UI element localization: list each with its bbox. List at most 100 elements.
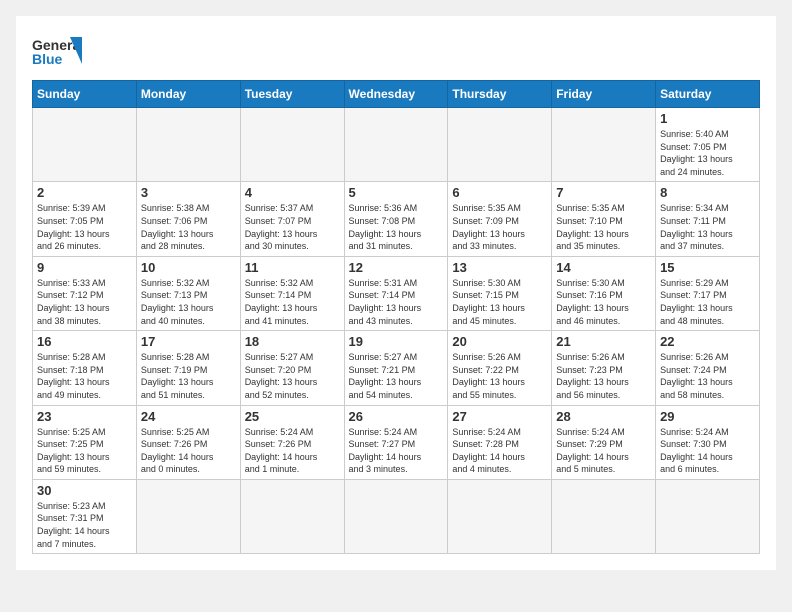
calendar-table: SundayMondayTuesdayWednesdayThursdayFrid… <box>32 80 760 554</box>
header: General Blue <box>32 32 760 72</box>
day-cell: 19Sunrise: 5:27 AM Sunset: 7:21 PM Dayli… <box>344 331 448 405</box>
day-cell: 18 Sunrise: 5:27 AM Sunset: 7:20 PM Dayli… <box>240 331 344 405</box>
day-cell <box>448 479 552 553</box>
day-info: Sunrise: 5:32 AM Sunset: 7:14 PM Dayligh… <box>245 277 340 327</box>
day-number: 3 <box>141 185 236 200</box>
day-cell: 4Sunrise: 5:37 AM Sunset: 7:07 PM Daylig… <box>240 182 344 256</box>
day-cell <box>344 108 448 182</box>
day-cell: 10Sunrise: 5:32 AM Sunset: 7:13 PM Dayli… <box>136 256 240 330</box>
day-number: 30 <box>37 483 132 498</box>
day-cell: 25Sunrise: 5:24 AM Sunset: 7:26 PM Dayli… <box>240 405 344 479</box>
day-info: Sunrise: 5:38 AM Sunset: 7:06 PM Dayligh… <box>141 202 236 252</box>
day-info: Sunrise: 5:31 AM Sunset: 7:14 PM Dayligh… <box>349 277 444 327</box>
day-number: 25 <box>245 409 340 424</box>
day-info: Sunrise: 5:36 AM Sunset: 7:08 PM Dayligh… <box>349 202 444 252</box>
week-row-6: 30 Sunrise: 5:23 AM Sunset: 7:31 PM Dayli… <box>33 479 760 553</box>
day-info: Sunrise: 5:28 AM Sunset: 7:19 PM Dayligh… <box>141 351 236 401</box>
day-number: 13 <box>452 260 547 275</box>
day-number: 1 <box>660 111 755 126</box>
day-number: 5 <box>349 185 444 200</box>
day-cell: 20Sunrise: 5:26 AM Sunset: 7:22 PM Dayli… <box>448 331 552 405</box>
day-cell: 26 Sunrise: 5:24 AM Sunset: 7:27 PM Dayli… <box>344 405 448 479</box>
day-cell: 1 Sunrise: 5:40 AM Sunset: 7:05 PM Daylig… <box>656 108 760 182</box>
weekday-monday: Monday <box>136 81 240 108</box>
day-cell: 16Sunrise: 5:28 AM Sunset: 7:18 PM Dayli… <box>33 331 137 405</box>
weekday-header-row: SundayMondayTuesdayWednesdayThursdayFrid… <box>33 81 760 108</box>
page: General Blue SundayMondayTuesdayWednesda… <box>16 16 776 570</box>
day-number: 21 <box>556 334 651 349</box>
day-number: 8 <box>660 185 755 200</box>
day-info: Sunrise: 5:26 AM Sunset: 7:22 PM Dayligh… <box>452 351 547 401</box>
day-info: Sunrise: 5:32 AM Sunset: 7:13 PM Dayligh… <box>141 277 236 327</box>
logo: General Blue <box>32 32 82 72</box>
day-info: Sunrise: 5:24 AM Sunset: 7:29 PM Dayligh… <box>556 426 651 476</box>
day-info: Sunrise: 5:24 AM Sunset: 7:28 PM Dayligh… <box>452 426 547 476</box>
day-number: 6 <box>452 185 547 200</box>
day-info: Sunrise: 5:26 AM Sunset: 7:24 PM Dayligh… <box>660 351 755 401</box>
day-cell <box>33 108 137 182</box>
day-cell <box>552 108 656 182</box>
day-cell: 22Sunrise: 5:26 AM Sunset: 7:24 PM Dayli… <box>656 331 760 405</box>
day-cell <box>136 479 240 553</box>
day-cell: 7Sunrise: 5:35 AM Sunset: 7:10 PM Daylig… <box>552 182 656 256</box>
day-cell: 8 Sunrise: 5:34 AM Sunset: 7:11 PM Daylig… <box>656 182 760 256</box>
day-number: 28 <box>556 409 651 424</box>
day-number: 9 <box>37 260 132 275</box>
day-info: Sunrise: 5:40 AM Sunset: 7:05 PM Dayligh… <box>660 128 755 178</box>
day-cell: 29 Sunrise: 5:24 AM Sunset: 7:30 PM Dayli… <box>656 405 760 479</box>
day-cell: 5 Sunrise: 5:36 AM Sunset: 7:08 PM Daylig… <box>344 182 448 256</box>
day-number: 24 <box>141 409 236 424</box>
day-info: Sunrise: 5:25 AM Sunset: 7:25 PM Dayligh… <box>37 426 132 476</box>
day-number: 14 <box>556 260 651 275</box>
day-info: Sunrise: 5:27 AM Sunset: 7:21 PM Dayligh… <box>349 351 444 401</box>
day-number: 16 <box>37 334 132 349</box>
day-cell: 24Sunrise: 5:25 AM Sunset: 7:26 PM Dayli… <box>136 405 240 479</box>
day-cell: 28 Sunrise: 5:24 AM Sunset: 7:29 PM Dayli… <box>552 405 656 479</box>
svg-text:Blue: Blue <box>32 51 63 67</box>
logo-icon: General Blue <box>32 32 82 72</box>
weekday-thursday: Thursday <box>448 81 552 108</box>
day-cell: 11 Sunrise: 5:32 AM Sunset: 7:14 PM Dayli… <box>240 256 344 330</box>
day-number: 17 <box>141 334 236 349</box>
day-cell: 14 Sunrise: 5:30 AM Sunset: 7:16 PM Dayli… <box>552 256 656 330</box>
week-row-3: 9 Sunrise: 5:33 AM Sunset: 7:12 PM Daylig… <box>33 256 760 330</box>
day-info: Sunrise: 5:33 AM Sunset: 7:12 PM Dayligh… <box>37 277 132 327</box>
day-cell: 13Sunrise: 5:30 AM Sunset: 7:15 PM Dayli… <box>448 256 552 330</box>
day-number: 27 <box>452 409 547 424</box>
day-number: 11 <box>245 260 340 275</box>
day-info: Sunrise: 5:24 AM Sunset: 7:30 PM Dayligh… <box>660 426 755 476</box>
day-number: 18 <box>245 334 340 349</box>
day-info: Sunrise: 5:35 AM Sunset: 7:09 PM Dayligh… <box>452 202 547 252</box>
day-cell <box>240 479 344 553</box>
day-number: 2 <box>37 185 132 200</box>
day-cell <box>448 108 552 182</box>
day-info: Sunrise: 5:24 AM Sunset: 7:27 PM Dayligh… <box>349 426 444 476</box>
day-cell <box>656 479 760 553</box>
day-cell: 2Sunrise: 5:39 AM Sunset: 7:05 PM Daylig… <box>33 182 137 256</box>
weekday-friday: Friday <box>552 81 656 108</box>
weekday-sunday: Sunday <box>33 81 137 108</box>
day-info: Sunrise: 5:30 AM Sunset: 7:16 PM Dayligh… <box>556 277 651 327</box>
day-info: Sunrise: 5:27 AM Sunset: 7:20 PM Dayligh… <box>245 351 340 401</box>
day-cell <box>552 479 656 553</box>
week-row-4: 16Sunrise: 5:28 AM Sunset: 7:18 PM Dayli… <box>33 331 760 405</box>
weekday-wednesday: Wednesday <box>344 81 448 108</box>
day-info: Sunrise: 5:29 AM Sunset: 7:17 PM Dayligh… <box>660 277 755 327</box>
day-number: 15 <box>660 260 755 275</box>
day-cell <box>344 479 448 553</box>
day-info: Sunrise: 5:34 AM Sunset: 7:11 PM Dayligh… <box>660 202 755 252</box>
day-number: 23 <box>37 409 132 424</box>
day-number: 29 <box>660 409 755 424</box>
week-row-2: 2Sunrise: 5:39 AM Sunset: 7:05 PM Daylig… <box>33 182 760 256</box>
day-info: Sunrise: 5:23 AM Sunset: 7:31 PM Dayligh… <box>37 500 132 550</box>
weekday-tuesday: Tuesday <box>240 81 344 108</box>
day-info: Sunrise: 5:26 AM Sunset: 7:23 PM Dayligh… <box>556 351 651 401</box>
day-cell: 27 Sunrise: 5:24 AM Sunset: 7:28 PM Dayli… <box>448 405 552 479</box>
day-cell: 17 Sunrise: 5:28 AM Sunset: 7:19 PM Dayli… <box>136 331 240 405</box>
day-cell: 12Sunrise: 5:31 AM Sunset: 7:14 PM Dayli… <box>344 256 448 330</box>
day-cell: 30 Sunrise: 5:23 AM Sunset: 7:31 PM Dayli… <box>33 479 137 553</box>
day-cell: 9 Sunrise: 5:33 AM Sunset: 7:12 PM Daylig… <box>33 256 137 330</box>
week-row-5: 23 Sunrise: 5:25 AM Sunset: 7:25 PM Dayli… <box>33 405 760 479</box>
day-number: 26 <box>349 409 444 424</box>
day-info: Sunrise: 5:37 AM Sunset: 7:07 PM Dayligh… <box>245 202 340 252</box>
